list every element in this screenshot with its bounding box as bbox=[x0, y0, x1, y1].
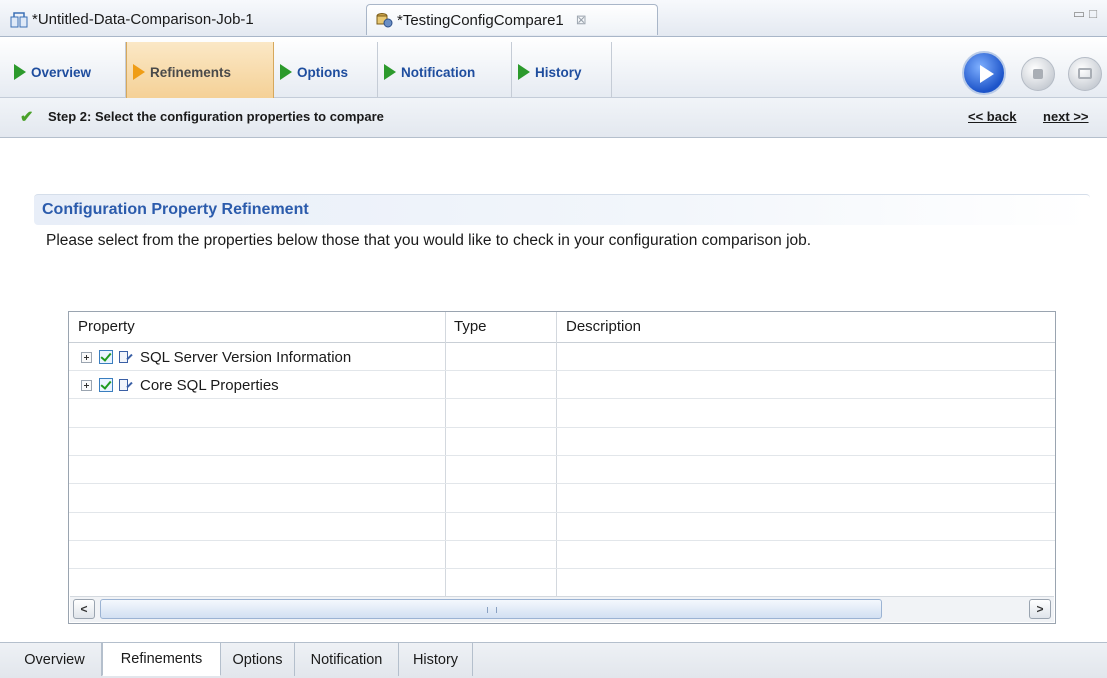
close-tab-icon[interactable]: ⊠ bbox=[576, 12, 587, 28]
bottom-tab-options[interactable]: Options bbox=[221, 643, 295, 676]
editor-tab-data-comparison-job[interactable]: *Untitled-Data-Comparison-Job-1 bbox=[4, 4, 360, 35]
editor-tab-testing-config-compare[interactable]: *TestingConfigCompare1 ⊠ bbox=[366, 4, 658, 35]
step-tab-label: Refinements bbox=[150, 64, 232, 80]
row-divider bbox=[69, 568, 1055, 569]
row-divider bbox=[69, 427, 1055, 428]
play-arrow-icon bbox=[384, 64, 396, 80]
editor-tab-bar: *Untitled-Data-Comparison-Job-1 *Testing… bbox=[0, 0, 1107, 37]
row-divider bbox=[69, 455, 1055, 456]
stop-icon[interactable] bbox=[1021, 57, 1055, 91]
play-arrow-icon bbox=[14, 64, 26, 80]
horizontal-scrollbar[interactable]: < > bbox=[70, 596, 1054, 622]
minimize-icon[interactable]: ▭ bbox=[1073, 6, 1089, 21]
table-header: Property Type Description bbox=[69, 312, 1055, 343]
row-divider bbox=[69, 540, 1055, 541]
step-tab-history[interactable]: History bbox=[512, 42, 612, 102]
checkmark-icon: ✔ bbox=[20, 109, 34, 126]
property-edit-icon bbox=[119, 378, 133, 392]
property-table: Property Type Description SQL Server Ver… bbox=[68, 311, 1056, 624]
step-tab-refinements[interactable]: Refinements bbox=[126, 42, 274, 102]
table-row[interactable]: SQL Server Version Information bbox=[69, 343, 445, 371]
next-link[interactable]: next >> bbox=[1043, 109, 1089, 124]
column-divider bbox=[556, 312, 557, 596]
bottom-tab-notification[interactable]: Notification bbox=[295, 643, 399, 676]
back-link[interactable]: << back bbox=[968, 109, 1016, 124]
property-label: SQL Server Version Information bbox=[140, 348, 352, 366]
bottom-tab-bar: Overview Refinements Options Notificatio… bbox=[0, 642, 1107, 678]
step-tab-label: Overview bbox=[31, 64, 92, 80]
step-tab-label: Options bbox=[297, 64, 348, 80]
step-toolbar: Overview Refinements Options Notificatio… bbox=[0, 37, 1107, 102]
property-checkbox[interactable] bbox=[99, 350, 113, 364]
maximize-icon[interactable]: □ bbox=[1089, 6, 1101, 21]
section-title: Configuration Property Refinement bbox=[42, 201, 309, 218]
row-divider bbox=[69, 483, 1055, 484]
step-instruction-bar: ✔ Step 2: Select the configuration prope… bbox=[0, 98, 1107, 138]
editor-tab-label: *Untitled-Data-Comparison-Job-1 bbox=[32, 11, 254, 28]
property-edit-icon bbox=[119, 350, 133, 364]
expand-icon[interactable] bbox=[81, 379, 92, 391]
editor-tab-label: *TestingConfigCompare1 bbox=[397, 11, 564, 29]
step-tab-options[interactable]: Options bbox=[274, 42, 378, 102]
column-divider bbox=[445, 312, 446, 596]
step-tab-overview[interactable]: Overview bbox=[8, 42, 126, 102]
column-header-description[interactable]: Description bbox=[566, 318, 641, 335]
expand-icon[interactable] bbox=[81, 351, 92, 363]
table-row[interactable]: Core SQL Properties bbox=[69, 371, 445, 399]
bottom-tab-history[interactable]: History bbox=[399, 643, 473, 676]
property-checkbox[interactable] bbox=[99, 378, 113, 392]
scroll-left-icon[interactable]: < bbox=[73, 599, 95, 619]
column-header-property[interactable]: Property bbox=[78, 318, 135, 335]
step-tab-label: Notification bbox=[401, 64, 476, 80]
section-description: Please select from the properties below … bbox=[46, 232, 812, 249]
step-tab-notification[interactable]: Notification bbox=[378, 42, 512, 102]
run-icon[interactable] bbox=[962, 51, 1006, 95]
row-divider bbox=[69, 512, 1055, 513]
scroll-thumb[interactable] bbox=[100, 599, 882, 619]
bottom-tab-overview[interactable]: Overview bbox=[8, 643, 102, 676]
property-label: Core SQL Properties bbox=[140, 376, 279, 394]
data-comparison-icon bbox=[10, 11, 28, 27]
bottom-tab-refinements[interactable]: Refinements bbox=[102, 643, 221, 676]
config-compare-icon bbox=[376, 13, 393, 28]
step-instruction: Step 2: Select the configuration propert… bbox=[48, 109, 384, 124]
window-controls[interactable]: ▭□ bbox=[1073, 6, 1101, 22]
step-tab-label: History bbox=[535, 64, 582, 80]
play-arrow-icon bbox=[518, 64, 530, 80]
play-arrow-icon bbox=[133, 64, 145, 80]
column-header-type[interactable]: Type bbox=[454, 318, 487, 335]
log-icon[interactable] bbox=[1068, 57, 1102, 91]
play-arrow-icon bbox=[280, 64, 292, 80]
scroll-right-icon[interactable]: > bbox=[1029, 599, 1051, 619]
